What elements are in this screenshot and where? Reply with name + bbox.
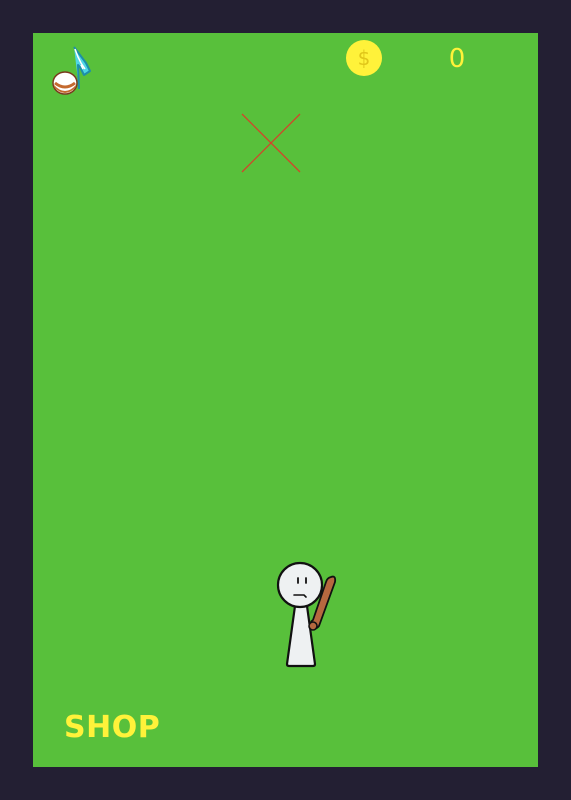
dollar-coin-icon: $ — [345, 39, 383, 77]
stick-figure-with-bat-icon — [273, 560, 347, 672]
game-frame: $ 0 SHOP — [0, 0, 571, 800]
coin-symbol: $ — [358, 46, 371, 70]
target-x-icon — [240, 112, 302, 174]
game-field[interactable]: $ 0 SHOP — [33, 33, 538, 767]
music-note-icon — [52, 46, 91, 95]
music-toggle-button[interactable] — [50, 45, 94, 99]
shop-button[interactable]: SHOP — [64, 710, 160, 746]
coin-count: 0 — [448, 44, 466, 74]
